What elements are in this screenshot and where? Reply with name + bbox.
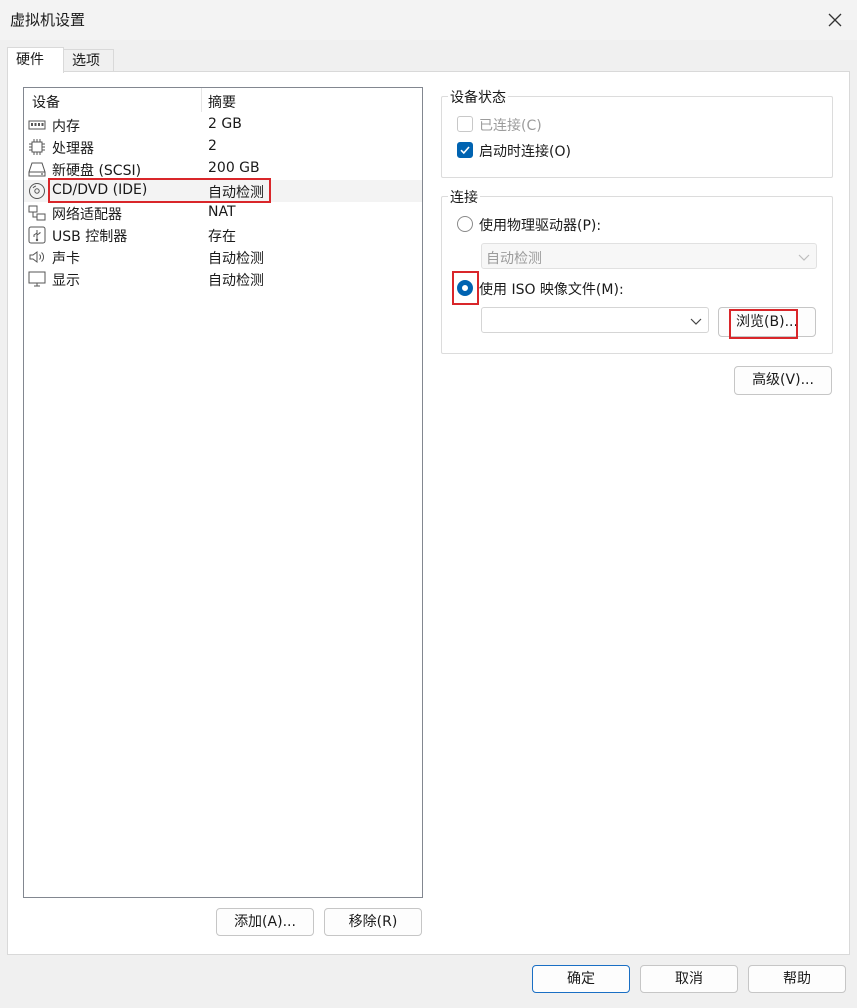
device-row-usb-controller[interactable]: USB 控制器 存在 bbox=[24, 224, 422, 246]
connect-on-startup-label: 启动时连接(O) bbox=[479, 144, 571, 160]
device-summary: NAT bbox=[208, 204, 236, 220]
device-status-title: 设备状态 bbox=[448, 87, 508, 107]
cd-dvd-icon bbox=[29, 183, 45, 199]
checkmark-icon bbox=[457, 142, 473, 158]
speaker-icon bbox=[29, 251, 44, 263]
physical-drive-label: 使用物理驱动器(P): bbox=[479, 218, 602, 234]
device-row-display[interactable]: 显示 自动检测 bbox=[24, 268, 422, 290]
column-header-device[interactable]: 设备 bbox=[32, 92, 60, 112]
usb-icon bbox=[28, 226, 46, 244]
device-summary: 自动检测 bbox=[208, 251, 264, 267]
tab-hardware[interactable]: 硬件 bbox=[7, 47, 64, 73]
connected-label: 已连接(C) bbox=[479, 118, 542, 134]
radio-off-icon bbox=[457, 216, 473, 232]
device-list[interactable]: 设备 摘要 内存 2 GB 处理器 2 新硬盘 (SCSI) 200 GB CD… bbox=[23, 87, 423, 898]
device-name: 处理器 bbox=[52, 141, 94, 157]
browse-button[interactable]: 浏览(B)... bbox=[718, 307, 816, 337]
iso-image-label: 使用 ISO 映像文件(M): bbox=[479, 282, 624, 298]
device-summary: 2 bbox=[208, 138, 217, 154]
device-row-cd-dvd[interactable]: CD/DVD (IDE) 自动检测 bbox=[24, 180, 422, 202]
device-list-header: 设备 摘要 bbox=[24, 88, 422, 112]
device-status-group bbox=[441, 96, 833, 178]
device-name: 显示 bbox=[52, 273, 80, 289]
physical-drive-value: 自动检测 bbox=[486, 251, 542, 267]
chevron-down-icon bbox=[690, 318, 702, 325]
iso-path-combobox[interactable] bbox=[481, 307, 709, 333]
monitor-icon bbox=[28, 271, 46, 287]
ok-button[interactable]: 确定 bbox=[532, 965, 630, 993]
title-bar: 虚拟机设置 bbox=[0, 0, 857, 40]
radio-on-icon bbox=[457, 280, 473, 296]
tab-options[interactable]: 选项 bbox=[64, 49, 114, 72]
device-name: USB 控制器 bbox=[52, 229, 128, 245]
column-header-summary[interactable]: 摘要 bbox=[208, 92, 236, 112]
device-summary: 200 GB bbox=[208, 160, 260, 176]
window-title: 虚拟机设置 bbox=[10, 11, 86, 29]
device-row-network-adapter[interactable]: 网络适配器 NAT bbox=[24, 202, 422, 224]
checkbox-box bbox=[457, 116, 473, 132]
device-summary: 自动检测 bbox=[208, 273, 264, 289]
close-button[interactable] bbox=[823, 8, 847, 32]
remove-device-button[interactable]: 移除(R) bbox=[324, 908, 422, 936]
memory-icon bbox=[28, 120, 46, 130]
device-row-hard-disk[interactable]: 新硬盘 (SCSI) 200 GB bbox=[24, 158, 422, 180]
connection-title: 连接 bbox=[448, 187, 480, 207]
cancel-button[interactable]: 取消 bbox=[640, 965, 738, 993]
device-name: 内存 bbox=[52, 119, 80, 135]
device-name: 网络适配器 bbox=[52, 207, 122, 223]
chevron-down-icon bbox=[798, 254, 810, 261]
device-name: 新硬盘 (SCSI) bbox=[52, 163, 142, 179]
close-icon bbox=[828, 13, 842, 27]
add-device-button[interactable]: 添加(A)... bbox=[216, 908, 314, 936]
device-name: 声卡 bbox=[52, 251, 80, 267]
device-row-processor[interactable]: 处理器 2 bbox=[24, 136, 422, 158]
column-divider[interactable] bbox=[201, 88, 202, 112]
device-summary: 自动检测 bbox=[208, 185, 264, 201]
advanced-button[interactable]: 高级(V)... bbox=[734, 366, 832, 395]
physical-drive-select[interactable]: 自动检测 bbox=[481, 243, 817, 269]
help-button[interactable]: 帮助 bbox=[748, 965, 846, 993]
device-row-memory[interactable]: 内存 2 GB bbox=[24, 114, 422, 136]
network-adapter-icon bbox=[28, 205, 46, 221]
hard-disk-icon bbox=[28, 162, 46, 177]
processor-icon bbox=[29, 139, 45, 155]
device-summary: 存在 bbox=[208, 229, 236, 245]
device-summary: 2 GB bbox=[208, 116, 242, 132]
device-row-sound-card[interactable]: 声卡 自动检测 bbox=[24, 246, 422, 268]
device-name: CD/DVD (IDE) bbox=[52, 182, 148, 198]
